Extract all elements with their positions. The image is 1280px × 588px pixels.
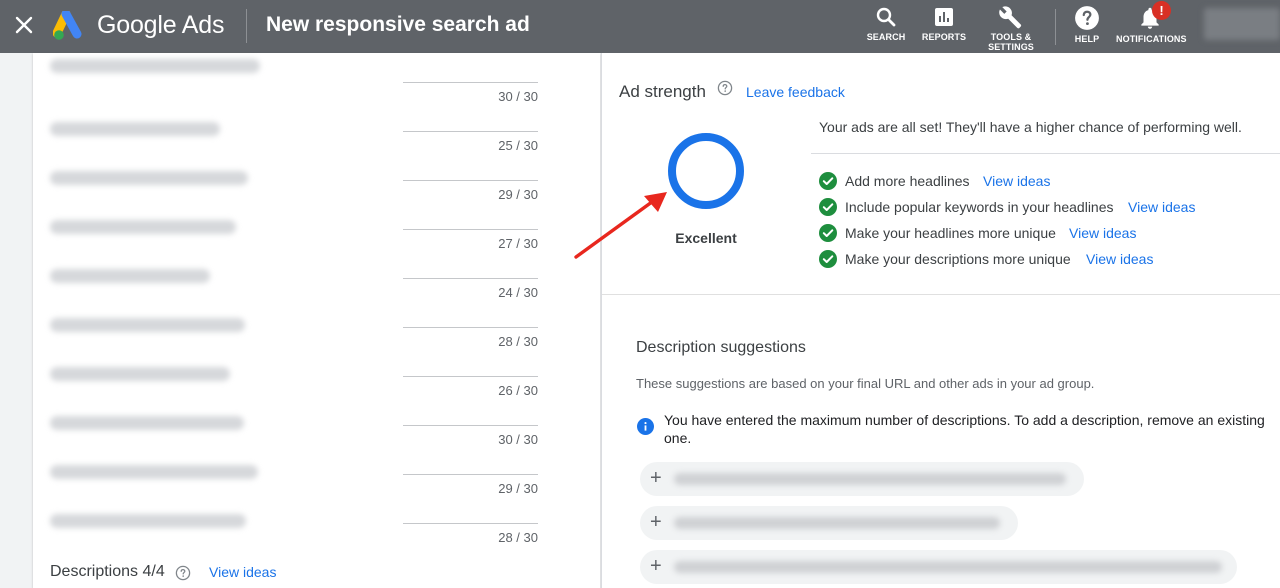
headline-blurred-text — [50, 514, 246, 528]
tip-text: Make your descriptions more unique — [845, 251, 1071, 267]
help-label: HELP — [1074, 34, 1100, 44]
suggestion-chip[interactable]: + — [640, 506, 1018, 540]
headline-row[interactable]: 26 / 30 — [33, 347, 600, 398]
check-circle-icon — [819, 172, 837, 195]
headlines-panel: 30 / 30 25 / 30 29 / 30 27 / 30 24 / 30 … — [33, 53, 600, 588]
topbar-tools-divider — [1055, 9, 1056, 45]
close-icon[interactable] — [12, 13, 36, 37]
tip-view-ideas-link[interactable]: View ideas — [1086, 251, 1153, 267]
notification-badge: ! — [1152, 1, 1171, 20]
headline-blurred-text — [50, 122, 220, 136]
headline-underline — [403, 474, 538, 475]
headline-row[interactable]: 30 / 30 — [33, 53, 600, 104]
add-icon: + — [650, 555, 662, 577]
headline-underline — [403, 82, 538, 83]
tip-text: Add more headlines — [845, 173, 970, 189]
headline-underline — [403, 229, 538, 230]
headline-row[interactable]: 29 / 30 — [33, 445, 600, 496]
tip-text: Make your headlines more unique — [845, 225, 1056, 241]
description-suggestions-title: Description suggestions — [636, 339, 806, 356]
check-circle-icon — [819, 198, 837, 221]
headline-row[interactable]: 28 / 30 — [33, 494, 600, 545]
headline-underline — [403, 376, 538, 377]
ad-strength-rating: Excellent — [675, 230, 737, 246]
headline-underline — [403, 278, 538, 279]
headline-blurred-text — [50, 220, 236, 234]
headline-char-count: 28 / 30 — [498, 530, 538, 545]
suggestion-chip[interactable]: + — [640, 462, 1084, 496]
leave-feedback-link[interactable]: Leave feedback — [746, 84, 845, 100]
topbar-divider — [246, 9, 247, 43]
headline-underline — [403, 523, 538, 524]
search-label: SEARCH — [866, 32, 906, 42]
wrench-icon — [999, 6, 1022, 29]
suggestion-chip[interactable]: + — [640, 550, 1237, 584]
add-icon: + — [650, 511, 662, 533]
tip-view-ideas-link[interactable]: View ideas — [1069, 225, 1136, 241]
descriptions-view-ideas-link[interactable]: View ideas — [209, 564, 276, 580]
tools-settings-button[interactable]: TOOLS & SETTINGS — [986, 5, 1036, 52]
notifications-button[interactable]: NOTIFICATIONS — [1116, 5, 1187, 44]
ad-strength-title: Ad strength — [619, 82, 706, 101]
help-circle-icon[interactable] — [717, 80, 733, 101]
headline-blurred-text — [50, 416, 244, 430]
headline-underline — [403, 425, 538, 426]
tools-label-line2: SETTINGS — [988, 42, 1034, 52]
description-suggestions-subtitle: These suggestions are based on your fina… — [636, 376, 1095, 391]
section-divider — [602, 294, 1280, 295]
tip-view-ideas-link[interactable]: View ideas — [983, 173, 1050, 189]
annotation-arrow-icon — [572, 190, 672, 267]
headline-row[interactable]: 24 / 30 — [33, 249, 600, 300]
headline-blurred-text — [50, 367, 230, 381]
headline-blurred-text — [50, 269, 210, 283]
ad-strength-panel: Ad strength Leave feedback Excellent You… — [601, 53, 1280, 588]
headline-row[interactable]: 28 / 30 — [33, 298, 600, 349]
info-icon — [637, 418, 654, 440]
add-icon: + — [650, 467, 662, 489]
headline-row[interactable]: 27 / 30 — [33, 200, 600, 251]
search-button[interactable]: SEARCH — [866, 5, 906, 42]
tip-text: Include popular keywords in your headlin… — [845, 199, 1114, 215]
headline-blurred-text — [50, 59, 260, 73]
top-app-bar: Google Ads New responsive search ad SEAR… — [0, 0, 1280, 53]
check-circle-icon — [819, 224, 837, 247]
tip-view-ideas-link[interactable]: View ideas — [1128, 199, 1195, 215]
headline-underline — [403, 180, 538, 181]
check-circle-icon — [819, 250, 837, 273]
account-avatar[interactable] — [1204, 8, 1280, 40]
help-icon — [1075, 6, 1099, 30]
ad-strength-status: Your ads are all set! They'll have a hig… — [819, 119, 1242, 135]
headline-blurred-text — [50, 171, 248, 185]
suggestion-blurred-text — [674, 517, 1000, 529]
reports-button[interactable]: REPORTS — [920, 5, 968, 42]
search-icon — [876, 7, 896, 27]
tools-label-line1: TOOLS & — [990, 32, 1032, 42]
reports-label: REPORTS — [921, 32, 967, 42]
divider — [811, 153, 1280, 154]
notifications-label: NOTIFICATIONS — [1116, 34, 1187, 44]
google-ads-logo-icon[interactable] — [52, 9, 85, 41]
suggestion-blurred-text — [674, 473, 1066, 485]
headline-underline — [403, 131, 538, 132]
help-button[interactable]: HELP — [1070, 5, 1104, 44]
headline-blurred-text — [50, 465, 258, 479]
ad-strength-ring — [667, 132, 745, 210]
max-descriptions-info: You have entered the maximum number of d… — [664, 412, 1265, 446]
descriptions-label: Descriptions 4/4 — [50, 563, 165, 580]
page-title: New responsive search ad — [266, 13, 530, 36]
headline-row[interactable]: 25 / 30 — [33, 102, 600, 153]
headline-blurred-text — [50, 318, 245, 332]
headline-row[interactable]: 30 / 30 — [33, 396, 600, 447]
suggestion-blurred-text — [674, 561, 1222, 573]
brand-name: Google Ads — [97, 11, 225, 39]
headline-row[interactable]: 29 / 30 — [33, 151, 600, 202]
headline-underline — [403, 327, 538, 328]
help-circle-icon[interactable] — [175, 565, 191, 586]
reports-icon — [935, 8, 953, 26]
